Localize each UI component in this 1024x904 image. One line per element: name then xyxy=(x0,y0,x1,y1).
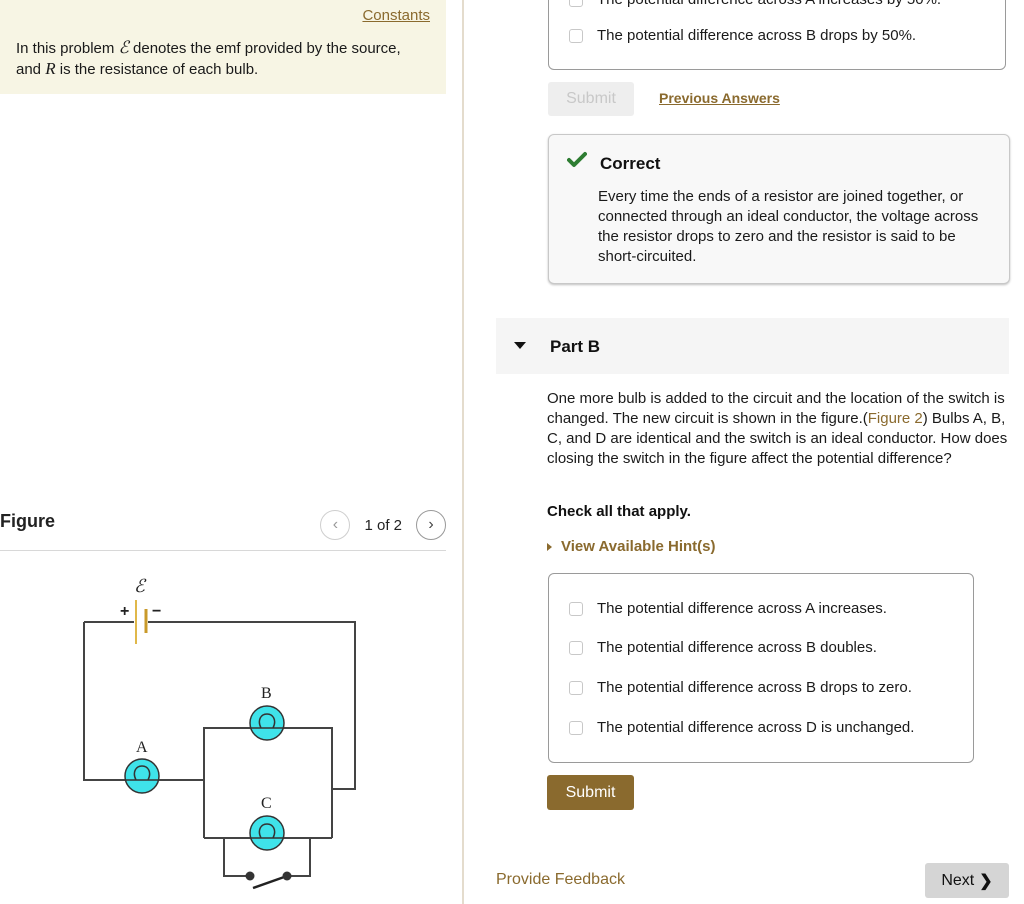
wire-top-right xyxy=(148,621,356,790)
chevron-right-icon: › xyxy=(428,516,434,533)
bulb-c-label: C xyxy=(261,795,272,812)
wire-left xyxy=(83,622,130,781)
part-a-submit-button[interactable]: Submit xyxy=(548,82,634,116)
figure-pager: ‹ 1 of 2 › xyxy=(320,510,446,540)
feedback-status: Correct xyxy=(600,154,661,173)
checkbox[interactable] xyxy=(569,640,583,655)
checkbox[interactable] xyxy=(569,720,583,735)
feedback-message: Every time the ends of a resistor are jo… xyxy=(598,188,979,265)
battery-minus: − xyxy=(152,603,161,620)
provide-feedback-link[interactable]: Provide Feedback xyxy=(496,871,625,889)
checkbox[interactable] xyxy=(569,0,583,7)
battery-plus: + xyxy=(120,603,129,620)
figure-2-link[interactable]: Figure 2 xyxy=(868,410,923,427)
part-b-question: One more bulb is added to the circuit an… xyxy=(547,390,1008,467)
emf-symbol: ℰ xyxy=(118,38,129,57)
next-figure-button[interactable]: › xyxy=(416,510,446,540)
wire-block-top-left xyxy=(203,727,254,838)
figure-title: Figure xyxy=(0,511,56,531)
wire-switch-left xyxy=(223,838,250,877)
part-b-submit-button[interactable]: Submit xyxy=(547,775,634,810)
part-b-options-box: The potential difference across A increa… xyxy=(548,573,974,763)
correct-feedback: Correct Every time the ends of a resisto… xyxy=(548,134,1010,284)
left-panel: Constants In this problem ℰ denotes the … xyxy=(0,0,446,904)
expand-triangle-icon xyxy=(547,542,552,551)
part-b-label: Part B xyxy=(550,337,601,356)
part-a-option[interactable]: The potential difference across B drops … xyxy=(569,27,916,44)
figure-page-count: 1 of 2 xyxy=(364,516,402,534)
circuit-diagram: + − ℰ A B C xyxy=(83,576,356,890)
chevron-right-icon: ❯ xyxy=(979,872,993,890)
part-b-option[interactable]: The potential difference across D is unc… xyxy=(569,719,914,736)
intro-text: In this problem ℰ denotes the emf provid… xyxy=(16,38,401,78)
switch-contact-left xyxy=(245,871,255,881)
problem-intro: Constants In this problem ℰ denotes the … xyxy=(0,0,446,94)
bulb-c xyxy=(249,815,285,851)
part-a-option[interactable]: The potential difference across A increa… xyxy=(569,0,941,8)
part-b-option[interactable]: The potential difference across A increa… xyxy=(569,600,887,617)
collapse-triangle-icon xyxy=(514,342,526,349)
check-all-instruction: Check all that apply. xyxy=(547,503,691,520)
checkmark-icon xyxy=(567,152,587,167)
resistance-symbol: R xyxy=(45,59,56,78)
wire-block-top-right xyxy=(280,727,333,838)
wire-switch-right xyxy=(288,838,311,877)
checkbox[interactable] xyxy=(569,680,583,695)
next-button[interactable]: Next ❯ xyxy=(925,863,1009,898)
part-a-options-box: The potential difference across A increa… xyxy=(548,0,1006,70)
switch-blade xyxy=(252,874,288,890)
bulb-a-label: A xyxy=(136,739,148,756)
constants-link[interactable]: Constants xyxy=(362,7,430,24)
part-b-header[interactable]: Part B xyxy=(496,318,1009,374)
checkbox[interactable] xyxy=(569,28,583,43)
previous-answers-link[interactable]: Previous Answers xyxy=(659,90,780,106)
prev-figure-button[interactable]: ‹ xyxy=(320,510,351,540)
view-hints-toggle[interactable]: View Available Hint(s) xyxy=(547,538,716,555)
part-b-option[interactable]: The potential difference across B drops … xyxy=(569,679,912,696)
checkbox[interactable] xyxy=(569,601,583,616)
bulb-b xyxy=(249,705,285,741)
figure-header: Figure ‹ 1 of 2 › xyxy=(0,508,446,551)
part-b-option[interactable]: The potential difference across B double… xyxy=(569,639,877,656)
switch-contact-right xyxy=(282,871,292,881)
chevron-left-icon: ‹ xyxy=(332,516,339,533)
emf-label: ℰ xyxy=(134,576,147,596)
bulb-b-label: B xyxy=(261,685,272,702)
bulb-a xyxy=(124,758,160,794)
right-panel: The potential difference across A increa… xyxy=(464,0,1024,904)
